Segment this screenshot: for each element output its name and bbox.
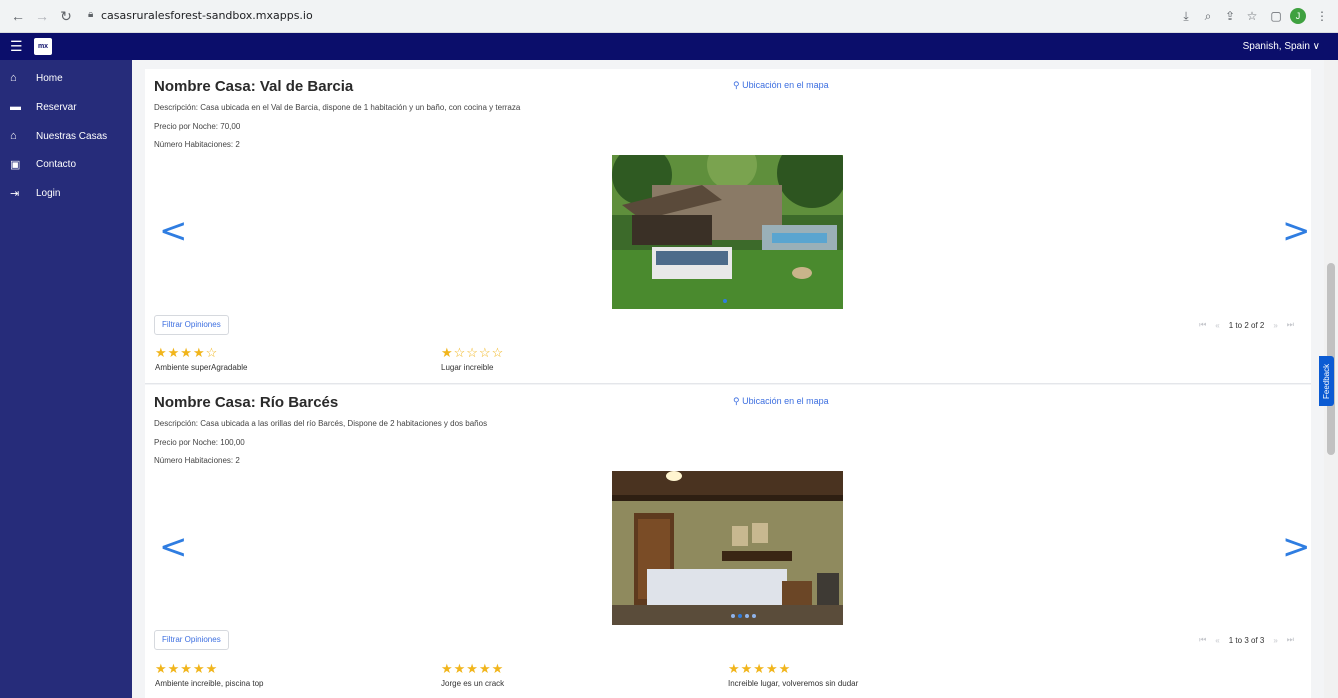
carousel-dot[interactable]: [738, 614, 742, 618]
login-icon: ⇥: [10, 187, 20, 200]
app-header: ☰ mx Spanish, Spain ∨: [0, 33, 1338, 60]
star-rating: ★★★★★: [155, 661, 219, 676]
house-title: Nombre Casa: Val de Barcia: [154, 78, 354, 95]
star-rating: ★★★★☆: [155, 345, 219, 360]
review-item: ★☆☆☆☆ Lugar increible: [441, 346, 504, 372]
sidebar-item-label: Contacto: [36, 158, 77, 170]
review-text: Ambiente superAgradable: [155, 363, 248, 372]
star-rating: ★★★★★: [441, 661, 505, 676]
house-description: Descripción: Casa ubicada a las orillas …: [154, 419, 488, 428]
map-link-label: Ubicación en el mapa: [742, 396, 829, 406]
first-page-icon[interactable]: ⏮: [1199, 320, 1206, 330]
language-selector[interactable]: Spanish, Spain ∨: [1243, 41, 1320, 52]
last-page-icon[interactable]: ⏭: [1287, 635, 1294, 645]
next-page-icon[interactable]: »: [1273, 321, 1277, 330]
house-rooms: Número Habitaciones: 2: [154, 140, 240, 149]
bookmark-star-icon[interactable]: ☆: [1244, 8, 1260, 24]
house-photo: [612, 155, 843, 309]
carousel-next-icon[interactable]: >: [1282, 530, 1311, 564]
sidebar-item-login[interactable]: ⇥ Login: [0, 181, 132, 205]
carousel-dot[interactable]: [723, 299, 727, 303]
filter-opinions-button[interactable]: Filtrar Opiniones: [154, 315, 229, 335]
review-item: ★★★★★ Ambiente increible, piscina top: [155, 662, 264, 688]
review-item: ★★★★★ Increible lugar, volveremos sin du…: [728, 662, 858, 688]
house-description: Descripción: Casa ubicada en el Val de B…: [154, 103, 521, 112]
house-rooms: Número Habitaciones: 2: [154, 456, 240, 465]
review-text: Lugar increible: [441, 363, 494, 372]
sidebar-item-contacto[interactable]: ▣ Contacto: [0, 152, 132, 176]
pager-status: 1 to 2 of 2: [1228, 320, 1265, 330]
hamburger-menu-icon[interactable]: ☰: [10, 39, 23, 53]
app-logo[interactable]: mx: [34, 38, 52, 55]
address-bar[interactable]: casasruralesforest-sandbox.mxapps.io: [101, 9, 313, 22]
map-link[interactable]: ⚲ Ubicación en el mapa: [733, 80, 829, 91]
reviews-pager: ⏮ « 1 to 2 of 2 » ⏭: [1199, 320, 1294, 330]
house-price: Precio por Noche: 100,00: [154, 438, 245, 447]
last-page-icon[interactable]: ⏭: [1287, 320, 1294, 330]
review-text: Jorge es un crack: [441, 679, 505, 688]
sidepanel-icon[interactable]: ▢: [1268, 8, 1284, 24]
prev-page-icon[interactable]: «: [1215, 636, 1219, 645]
map-link-label: Ubicación en el mapa: [742, 80, 829, 90]
profile-avatar[interactable]: J: [1290, 8, 1306, 24]
reload-icon[interactable]: ↻: [58, 8, 74, 24]
house-card: Nombre Casa: Río Barcés ⚲ Ubicación en e…: [145, 385, 1311, 698]
main-content: Nombre Casa: Val de Barcia ⚲ Ubicación e…: [132, 60, 1324, 698]
filter-opinions-button[interactable]: Filtrar Opiniones: [154, 630, 229, 650]
zoom-icon[interactable]: ⌕: [1200, 8, 1216, 24]
carousel-dots[interactable]: [731, 614, 756, 618]
star-rating: ★☆☆☆☆: [441, 345, 505, 360]
house-icon: ⌂: [10, 130, 17, 142]
house-title: Nombre Casa: Río Barcés: [154, 394, 339, 411]
lock-icon: 🔒︎: [88, 9, 94, 20]
first-page-icon[interactable]: ⏮: [1199, 635, 1206, 645]
carousel-dot[interactable]: [731, 614, 735, 618]
feedback-tab[interactable]: Feedback: [1319, 356, 1334, 406]
install-icon[interactable]: ⤓: [1178, 8, 1194, 24]
carousel-next-icon[interactable]: >: [1282, 214, 1311, 248]
carousel-dot[interactable]: [752, 614, 756, 618]
bed-icon: ▬: [10, 101, 21, 113]
back-icon[interactable]: ←: [10, 8, 26, 24]
share-icon[interactable]: ⇪: [1222, 8, 1238, 24]
sidebar-item-label: Reservar: [36, 101, 77, 113]
contact-card-icon: ▣: [10, 158, 21, 171]
house-photo: [612, 471, 843, 625]
home-icon: ⌂: [10, 72, 17, 84]
sidebar-item-label: Home: [36, 72, 63, 84]
map-pin-icon: ⚲: [733, 396, 743, 406]
carousel-prev-icon[interactable]: <: [159, 530, 188, 564]
sidebar-item-nuestras-casas[interactable]: ⌂ Nuestras Casas: [0, 124, 132, 148]
prev-page-icon[interactable]: «: [1215, 321, 1219, 330]
sidebar-item-reservar[interactable]: ▬ Reservar: [0, 95, 132, 119]
house-card: Nombre Casa: Val de Barcia ⚲ Ubicación e…: [145, 69, 1311, 384]
review-item: ★★★★★ Jorge es un crack: [441, 662, 504, 688]
reviews-pager: ⏮ « 1 to 3 of 3 » ⏭: [1199, 635, 1294, 645]
review-text: Increible lugar, volveremos sin dudar: [728, 679, 859, 688]
map-link[interactable]: ⚲ Ubicación en el mapa: [733, 396, 829, 407]
review-text: Ambiente increible, piscina top: [155, 679, 264, 688]
next-page-icon[interactable]: »: [1273, 636, 1277, 645]
sidebar-nav: ⌂ Home ▬ Reservar ⌂ Nuestras Casas ▣ Con…: [0, 60, 132, 698]
sidebar-item-home[interactable]: ⌂ Home: [0, 66, 132, 90]
browser-toolbar: ← → ↻ 🔒︎ casasruralesforest-sandbox.mxap…: [0, 0, 1338, 33]
carousel-dots[interactable]: [723, 299, 727, 303]
map-pin-icon: ⚲: [733, 80, 743, 90]
carousel-dot[interactable]: [745, 614, 749, 618]
sidebar-item-label: Nuestras Casas: [36, 130, 108, 142]
pager-status: 1 to 3 of 3: [1228, 635, 1265, 645]
browser-menu-icon[interactable]: ⋮: [1314, 8, 1330, 24]
house-price: Precio por Noche: 70,00: [154, 122, 241, 131]
review-item: ★★★★☆ Ambiente superAgradable: [155, 346, 248, 372]
star-rating: ★★★★★: [728, 661, 792, 676]
carousel-prev-icon[interactable]: <: [159, 214, 188, 248]
forward-icon[interactable]: →: [34, 8, 50, 24]
sidebar-item-label: Login: [36, 187, 61, 199]
